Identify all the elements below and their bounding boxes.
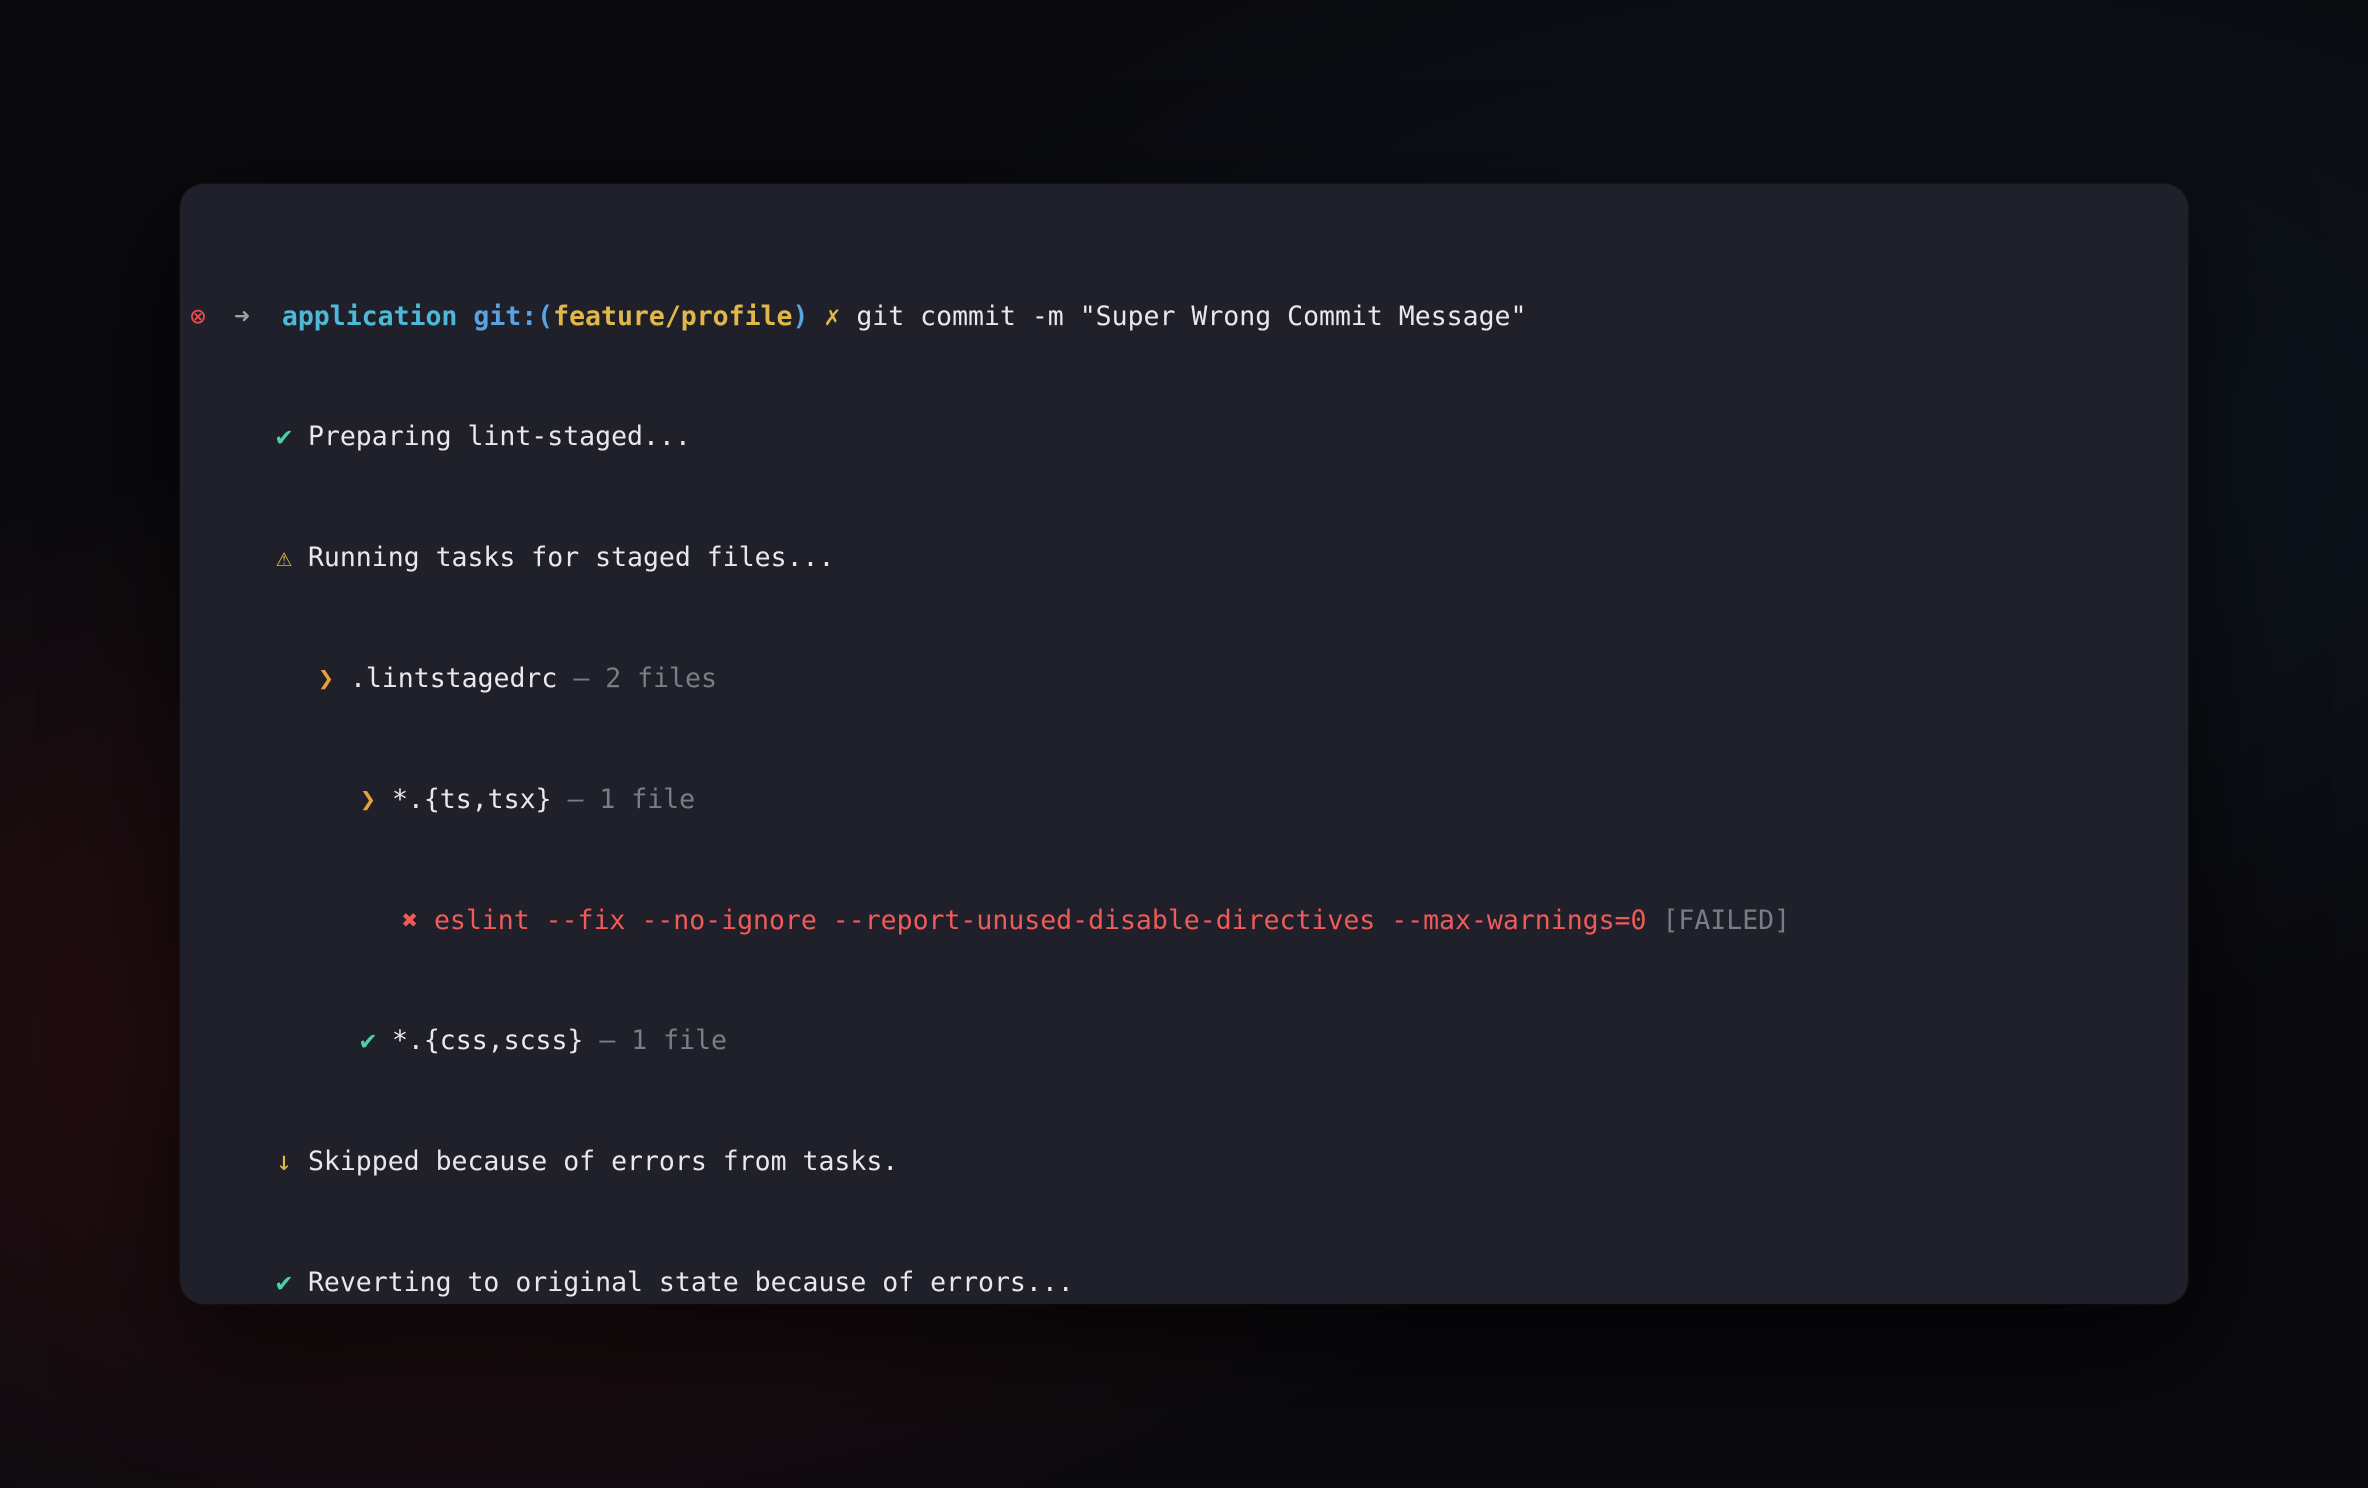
warning-icon: ⚠ xyxy=(276,538,292,578)
stage-preparing: ✔ Preparing lint-staged... xyxy=(218,417,2150,457)
failed-tag: [FAILED] xyxy=(1662,905,1790,936)
chevron-icon: ❯ xyxy=(318,659,334,699)
config-suffix: — 2 files xyxy=(557,663,717,694)
ts-suffix: — 1 file xyxy=(551,784,695,815)
stage-reverting: ✔ Reverting to original state because of… xyxy=(218,1263,2150,1303)
git-label: git:( xyxy=(473,301,553,332)
stage-text: Reverting to original state because of e… xyxy=(308,1267,1074,1298)
stage-running: ⚠ Running tasks for staged files... xyxy=(218,538,2150,578)
fail-icon: ✖ xyxy=(402,901,418,941)
stage-text: Preparing lint-staged... xyxy=(308,421,691,452)
arrow-icon: ➜ xyxy=(234,301,250,332)
prompt-app: application xyxy=(282,301,458,332)
css-suffix: — 1 file xyxy=(583,1025,727,1056)
status-fail-icon: ⊗ xyxy=(190,297,206,337)
chevron-icon: ❯ xyxy=(360,780,376,820)
eslint-cmd: eslint --fix --no-ignore --report-unused… xyxy=(434,905,1647,936)
check-icon: ✔ xyxy=(276,1263,292,1303)
ts-pattern: *.{ts,tsx} xyxy=(392,784,552,815)
git-branch: feature/profile xyxy=(553,301,792,332)
check-icon: ✔ xyxy=(360,1021,376,1061)
stage-ts: ❯ *.{ts,tsx} — 1 file xyxy=(218,780,2150,820)
stage-text: Skipped because of errors from tasks. xyxy=(308,1146,898,1177)
prompt-line-1: ⊗➜ application git:(feature/profile) ✗ g… xyxy=(218,297,2150,337)
git-close: ) xyxy=(792,301,808,332)
stage-css: ✔ *.{css,scss} — 1 file xyxy=(218,1021,2150,1061)
stage-skipped: ↓ Skipped because of errors from tasks. xyxy=(218,1142,2150,1182)
terminal-window[interactable]: ⊗ ➜ application git:(feature/profile) ✗ g… xyxy=(180,184,2188,1304)
down-arrow-icon: ↓ xyxy=(276,1142,292,1182)
config-name: .lintstagedrc xyxy=(350,663,557,694)
css-pattern: *.{css,scss} xyxy=(392,1025,583,1056)
stage-eslint-task: ✖ eslint --fix --no-ignore --report-unus… xyxy=(218,901,2150,941)
check-icon: ✔ xyxy=(276,417,292,457)
command-text: git commit -m "Super Wrong Commit Messag… xyxy=(856,301,1526,332)
dirty-icon: ✗ xyxy=(824,301,840,332)
stage-config: ❯ .lintstagedrc — 2 files xyxy=(218,659,2150,699)
stage-text: Running tasks for staged files... xyxy=(308,542,835,573)
